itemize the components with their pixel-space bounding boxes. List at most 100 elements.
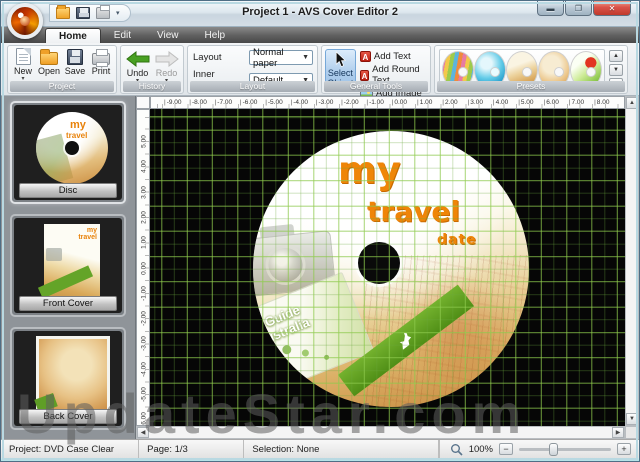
open-folder-icon: [40, 52, 58, 65]
group-caption-presets: Presets: [437, 81, 625, 92]
horizontal-scrollbar[interactable]: ◀ ▶: [136, 426, 625, 439]
status-bar: Project: DVD Case Clear Page: 1/3 Select…: [1, 439, 639, 458]
window-controls: ▬ ❐ ✕: [536, 1, 631, 16]
window-bottom-edge: [1, 458, 639, 462]
layout-select[interactable]: Normal paper ▼: [249, 50, 313, 65]
front-cover-page-label[interactable]: Front Cover: [19, 296, 117, 311]
status-project: Project: DVD Case Clear: [1, 440, 139, 458]
menu-bar: Home Edit View Help: [1, 27, 639, 43]
vertical-scrollbar[interactable]: ▲ ▼: [625, 96, 639, 426]
close-button[interactable]: ✕: [593, 1, 631, 16]
disc-thumbnail-art: my travel: [36, 112, 108, 184]
ruler-x-label: -4.00: [291, 99, 309, 106]
ruler-x-label: -5.00: [265, 99, 283, 106]
print-button[interactable]: Print: [88, 48, 114, 81]
disc-center-hole: [358, 242, 400, 284]
ruler-x-label: -1.00: [366, 99, 384, 106]
redo-arrow-icon: [155, 51, 179, 67]
ruler-x-label: 4.00: [493, 99, 508, 106]
zoom-slider-thumb[interactable]: [549, 443, 558, 456]
new-document-icon: [16, 48, 31, 65]
ruler-x-label: -6.00: [240, 99, 258, 106]
zoom-out-button[interactable]: −: [499, 443, 513, 455]
save-button[interactable]: Save: [62, 48, 88, 81]
front-cover-art: mytravel: [44, 224, 100, 302]
pages-sidebar: my travel Disc mytravel Front Cover: [1, 96, 136, 439]
app-logo-button[interactable]: [7, 3, 43, 39]
group-caption-layout: Layout: [190, 81, 315, 92]
redo-button[interactable]: Redo ▾: [154, 48, 180, 83]
ruler-y-label: -6.00: [141, 405, 148, 426]
disc-date-text[interactable]: date: [437, 232, 477, 248]
group-caption-project: Project: [10, 81, 114, 92]
ruler-x-label: -3.00: [316, 99, 334, 106]
scroll-up-icon[interactable]: ▲: [626, 97, 638, 109]
app-window: ▾ Project 1 - AVS Cover Editor 2 ▬ ❐ ✕ H…: [0, 0, 640, 462]
text-a-icon: A: [360, 51, 371, 62]
ruler-x-label: 8.00: [594, 99, 609, 106]
ruler-vertical: 5.004.003.002.001.000.00-1.00-2.00-3.00-…: [136, 109, 150, 426]
minimize-button[interactable]: ▬: [537, 1, 564, 16]
ruler-x-label: 2.00: [442, 99, 457, 106]
ruler-corner: [136, 96, 150, 109]
sidebar-item-disc[interactable]: my travel Disc: [10, 101, 126, 204]
disc-design[interactable]: el Guide Australia my travel date: [253, 131, 529, 407]
group-history: Undo ▾ Redo ▾ History: [120, 45, 184, 94]
undo-button[interactable]: Undo ▾: [125, 48, 151, 83]
status-selection: Selection: None: [244, 440, 438, 458]
sidebar-item-back-cover[interactable]: Back Cover: [10, 327, 126, 430]
main-area: my travel Disc mytravel Front Cover: [1, 96, 639, 439]
ruler-x-label: 7.00: [569, 99, 584, 106]
ribbon-toolbar: New ▾ Open Save Print Project: [1, 43, 639, 96]
disc-subtitle-text[interactable]: travel: [367, 195, 460, 228]
scroll-left-icon[interactable]: ◀: [137, 427, 149, 438]
back-cover-page-label[interactable]: Back Cover: [19, 409, 117, 424]
disc-title-text[interactable]: my: [338, 149, 401, 192]
tab-help[interactable]: Help: [192, 28, 239, 43]
magnifier-icon: [450, 443, 463, 456]
back-cover-art: [36, 336, 110, 416]
status-page: Page: 1/3: [139, 440, 244, 458]
scrollbar-corner: [625, 426, 639, 439]
tab-view[interactable]: View: [144, 28, 192, 43]
zoom-in-button[interactable]: +: [617, 443, 631, 455]
group-general-tools: Select Object A Add Text A Add Round Tex…: [321, 45, 431, 94]
ruler-x-label: 5.00: [518, 99, 533, 106]
round-text-a-icon: A: [360, 70, 369, 81]
chevron-down-icon: ▼: [302, 54, 309, 61]
new-button[interactable]: New ▾: [10, 48, 36, 81]
tab-edit[interactable]: Edit: [101, 28, 144, 43]
scroll-right-icon[interactable]: ▶: [612, 427, 624, 438]
open-button[interactable]: Open: [36, 48, 62, 81]
ruler-x-label: 0.00: [392, 99, 407, 106]
group-project: New ▾ Open Save Print Project: [7, 45, 117, 94]
maximize-button[interactable]: ❐: [565, 1, 592, 16]
save-floppy-icon: [67, 49, 83, 65]
sidebar-item-front-cover[interactable]: mytravel Front Cover: [10, 214, 126, 317]
group-caption-general-tools: General Tools: [324, 81, 428, 92]
tab-home[interactable]: Home: [45, 28, 101, 43]
zoom-slider[interactable]: [519, 448, 611, 451]
design-canvas[interactable]: el Guide Australia my travel date: [150, 109, 625, 426]
title-bar: ▾ Project 1 - AVS Cover Editor 2 ▬ ❐ ✕: [1, 1, 639, 27]
ruler-x-label: -9.00: [164, 99, 182, 106]
add-text-button[interactable]: A Add Text: [360, 51, 427, 62]
presets-scroll-up-icon[interactable]: ▲: [609, 50, 623, 62]
ruler-x-label: 6.00: [544, 99, 559, 106]
group-caption-history: History: [123, 81, 181, 92]
canvas-region: -9.00-8.00-7.00-6.00-5.00-4.00-3.00-2.00…: [136, 96, 639, 439]
ruler-x-label: 3.00: [468, 99, 483, 106]
kangaroo-icon: [392, 328, 418, 353]
zoom-level: 100%: [469, 444, 493, 455]
cursor-arrow-icon: [332, 51, 348, 68]
undo-arrow-icon: [126, 51, 150, 67]
scroll-down-icon[interactable]: ▼: [626, 413, 638, 425]
ruler-horizontal: -9.00-8.00-7.00-6.00-5.00-4.00-3.00-2.00…: [150, 96, 625, 109]
layout-label: Layout: [193, 52, 245, 63]
printer-icon: [92, 53, 110, 65]
presets-scroll-down-icon[interactable]: ▼: [609, 64, 623, 76]
group-presets: ▲ ▼ ≡ Presets: [434, 45, 628, 94]
zoom-controls: 100% − +: [439, 440, 639, 458]
ruler-x-label: -8.00: [189, 99, 207, 106]
disc-page-label[interactable]: Disc: [19, 183, 117, 198]
